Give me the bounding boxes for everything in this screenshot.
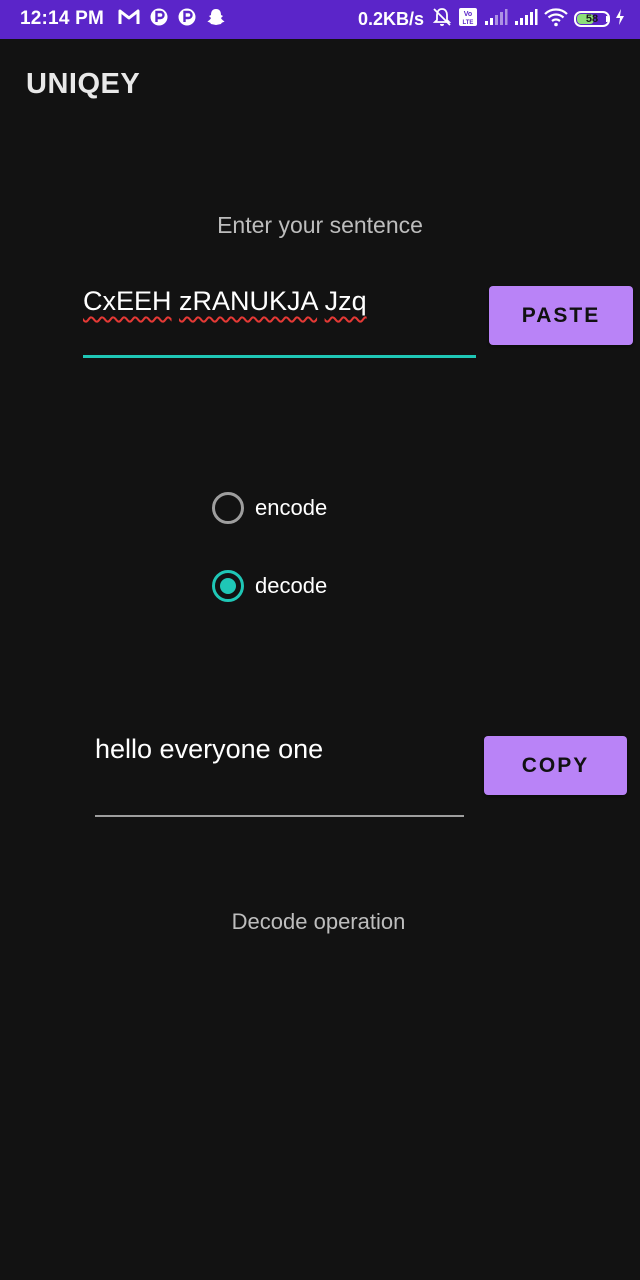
result-output-value: hello everyone one: [95, 734, 324, 764]
mute-bell-icon: [432, 7, 452, 32]
radio-button-encode[interactable]: [212, 492, 244, 524]
paste-button[interactable]: PASTE: [489, 286, 633, 345]
radio-label-decode: decode: [255, 573, 328, 598]
input-word: Jzq: [324, 286, 367, 316]
battery-indicator: 58: [574, 11, 610, 27]
copy-button[interactable]: COPY: [484, 736, 627, 795]
operation-label: Decode operation: [231, 909, 406, 934]
input-word: CxEEH: [83, 286, 172, 316]
p-app-icon: [178, 7, 196, 32]
system-status-icons: 0.2KB/s Vo LTE 58: [357, 7, 626, 32]
input-word: zRANUKJA: [179, 286, 318, 316]
sentence-input[interactable]: CxEEH zRANUKJA Jzq: [83, 280, 476, 358]
radio-button-decode[interactable]: [212, 570, 244, 602]
network-speed: 0.2KB/s: [357, 8, 424, 29]
volte-icon: Vo LTE: [458, 7, 478, 32]
signal-icon: [484, 8, 508, 31]
app-title: UNIQEY: [26, 68, 141, 100]
svg-text:Vo: Vo: [464, 11, 472, 18]
status-time: 12:14 PM: [20, 8, 104, 29]
p-app-icon: [150, 7, 168, 32]
radio-label-encode: encode: [255, 495, 328, 520]
notification-icons: [118, 8, 226, 30]
result-output[interactable]: hello everyone one: [95, 728, 464, 817]
input-prompt-label: Enter your sentence: [217, 212, 423, 238]
battery-level: 58: [585, 13, 599, 25]
radio-option-decode[interactable]: decode: [212, 569, 327, 603]
sentence-input-value: CxEEH zRANUKJA Jzq: [83, 286, 367, 317]
wifi-icon: [544, 7, 568, 32]
snapchat-icon: [206, 7, 226, 32]
radio-option-encode[interactable]: encode: [212, 491, 327, 525]
charging-icon: [614, 8, 626, 31]
battery-icon: 58: [574, 11, 610, 27]
gmail-icon: [118, 8, 140, 31]
status-bar: 12:14 PM 0.2KB/s Vo LTE 58: [0, 0, 640, 39]
signal-icon: [514, 8, 538, 31]
svg-text:LTE: LTE: [463, 20, 474, 26]
